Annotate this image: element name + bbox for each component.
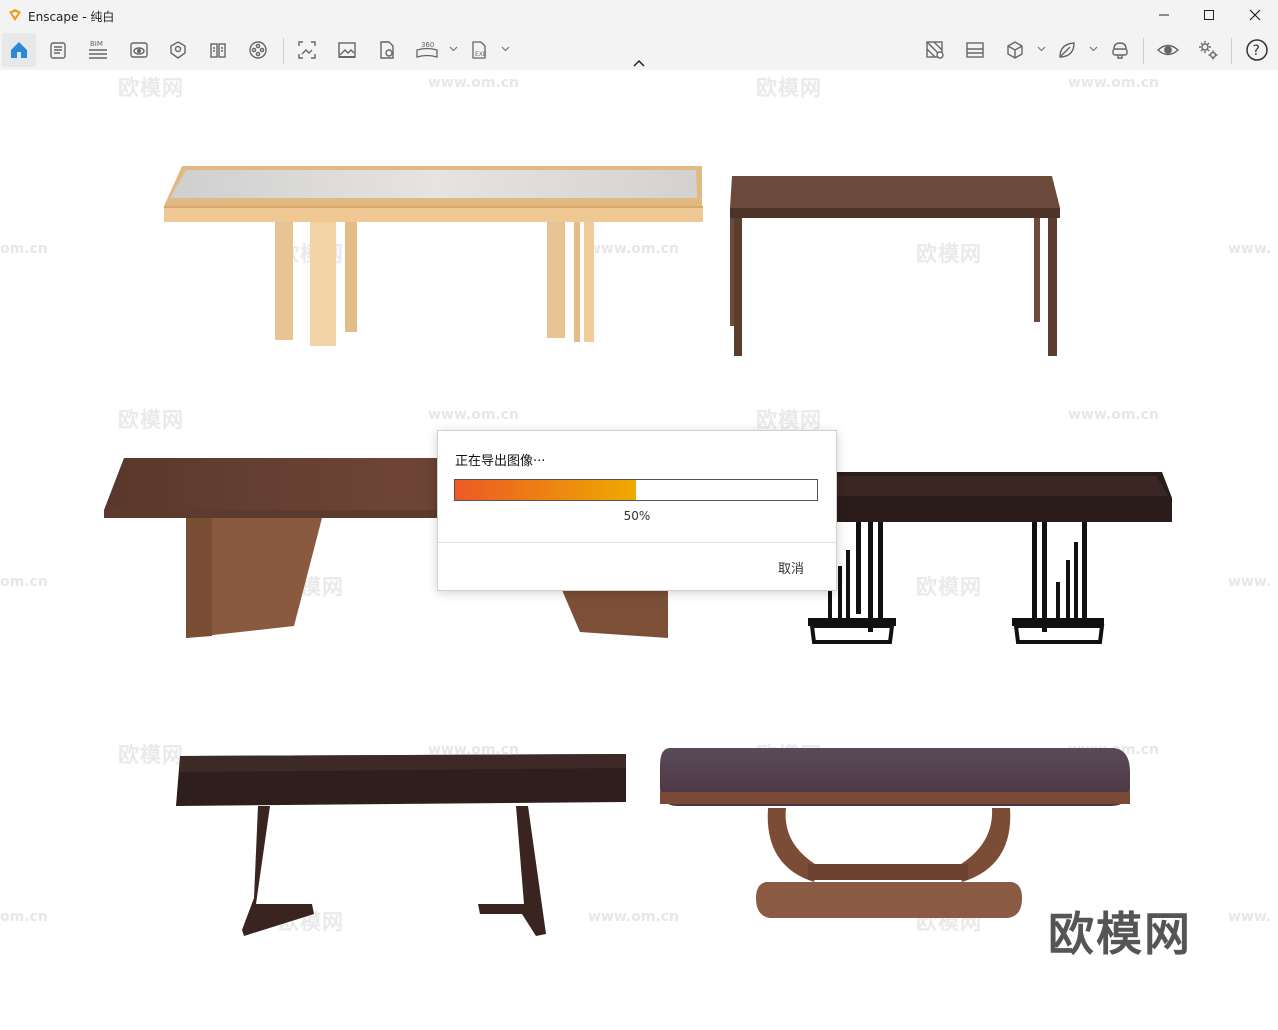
bim-button[interactable]: BIM xyxy=(81,33,115,67)
image-icon xyxy=(338,42,356,58)
table-walnut-console xyxy=(730,176,1060,356)
chevron-down-icon xyxy=(449,46,457,52)
watermark-url: www.om.cn xyxy=(428,75,520,91)
view-button[interactable] xyxy=(1151,33,1185,67)
cancel-button[interactable]: 取消 xyxy=(778,558,804,577)
maximize-button[interactable] xyxy=(1186,0,1232,30)
svg-text:EXE: EXE xyxy=(475,51,487,58)
watermark-url: www. xyxy=(1228,574,1272,590)
exe-export-button[interactable]: EXE xyxy=(462,33,496,67)
toolbar-separator xyxy=(1231,38,1232,64)
cube-button[interactable] xyxy=(998,33,1032,67)
watermark-logo: 欧模网 xyxy=(118,408,184,432)
progress-bar-fill xyxy=(455,480,636,500)
video-reel-icon xyxy=(249,41,267,59)
watermark-url: www. xyxy=(1228,241,1272,257)
watermark-url: om.cn xyxy=(0,909,48,925)
svg-text:?: ? xyxy=(1253,43,1260,59)
chevron-down-icon xyxy=(1089,46,1097,52)
book-icon xyxy=(210,43,226,58)
video-button[interactable] xyxy=(241,33,275,67)
screenshot-button[interactable] xyxy=(290,33,324,67)
visual-settings-button[interactable] xyxy=(122,33,156,67)
document-button[interactable] xyxy=(41,33,75,67)
enscape-logo-icon xyxy=(9,9,21,21)
leaf-icon xyxy=(1059,42,1075,58)
panorama-dropdown[interactable] xyxy=(448,42,458,56)
image-view-button[interactable] xyxy=(958,33,992,67)
exe-export-icon: EXE xyxy=(472,41,487,59)
close-icon xyxy=(1249,9,1261,21)
watermark-url: www.om.cn xyxy=(1068,407,1160,423)
window-title: Enscape - 纯白 xyxy=(28,10,115,24)
minimize-icon xyxy=(1159,14,1169,16)
watermark-url: www.om.cn xyxy=(428,407,520,423)
dialog-message: 正在导出图像··· xyxy=(455,454,546,469)
cube-icon xyxy=(1007,41,1023,59)
minimize-button[interactable] xyxy=(1141,0,1187,30)
dialog-divider xyxy=(438,542,836,543)
watermark-logo: 欧模网 xyxy=(118,76,184,100)
cube-dropdown[interactable] xyxy=(1036,42,1046,56)
settings-button[interactable] xyxy=(1191,33,1225,67)
location-icon xyxy=(170,41,186,59)
maximize-icon xyxy=(1204,10,1214,20)
home-button[interactable] xyxy=(2,33,36,67)
toolbar-separator xyxy=(1143,38,1144,64)
document-icon xyxy=(50,42,66,59)
collapse-toolbar-button[interactable] xyxy=(630,56,648,70)
svg-text:BIM: BIM xyxy=(90,40,103,48)
render-export-button[interactable] xyxy=(370,33,404,67)
watermark-url: www. xyxy=(1228,909,1272,925)
table-light-wood-marble xyxy=(164,166,703,346)
chevron-up-icon xyxy=(633,59,645,67)
vr-button[interactable] xyxy=(1103,33,1137,67)
svg-text:360: 360 xyxy=(421,41,434,49)
leaf-button[interactable] xyxy=(1050,33,1084,67)
table-live-edge-v-legs xyxy=(176,754,626,936)
watermark-url: om.cn xyxy=(0,241,48,257)
chevron-down-icon xyxy=(1037,46,1045,52)
location-button[interactable] xyxy=(161,33,195,67)
toolbar-separator xyxy=(283,38,284,64)
leaf-dropdown[interactable] xyxy=(1088,42,1098,56)
brand-watermark: 欧模网 xyxy=(1048,907,1192,961)
progress-percent: 50% xyxy=(623,509,651,523)
visual-settings-eye-icon xyxy=(130,42,148,58)
title-bar: Enscape - 纯白 xyxy=(0,0,1278,30)
vr-headset-icon xyxy=(1112,42,1128,59)
book-button[interactable] xyxy=(201,33,235,67)
render-export-icon xyxy=(380,41,394,59)
progress-bar xyxy=(454,479,818,501)
panorama-360-icon: 360 xyxy=(416,41,438,58)
material-icon xyxy=(926,41,944,59)
exe-dropdown[interactable] xyxy=(500,42,510,56)
watermark-url: om.cn xyxy=(0,574,48,590)
bim-icon: BIM xyxy=(89,40,107,59)
home-icon xyxy=(11,42,27,58)
export-progress-dialog: 正在导出图像··· 50% 取消 xyxy=(437,430,837,591)
screenshot-icon xyxy=(298,41,316,59)
material-button[interactable] xyxy=(918,33,952,67)
gears-icon xyxy=(1199,41,1218,60)
chevron-down-icon xyxy=(501,46,509,52)
watermark-url: www.om.cn xyxy=(1068,75,1160,91)
image-button[interactable] xyxy=(330,33,364,67)
help-button[interactable]: ? xyxy=(1240,33,1274,67)
eye-icon xyxy=(1156,44,1180,56)
image-view-icon xyxy=(966,42,984,58)
table-black-slab-metal-base xyxy=(808,472,1172,644)
panorama-button[interactable]: 360 xyxy=(410,33,444,67)
help-icon: ? xyxy=(1246,39,1268,61)
close-button[interactable] xyxy=(1232,0,1278,30)
watermark-logo: 欧模网 xyxy=(756,76,822,100)
